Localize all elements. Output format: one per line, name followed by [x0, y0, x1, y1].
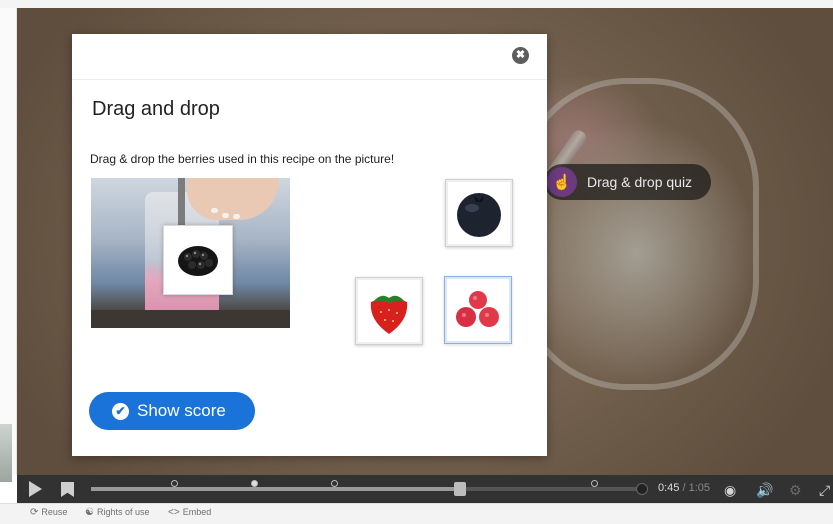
strawberry-icon — [370, 295, 408, 334]
show-score-button[interactable]: ✔ Show score — [89, 392, 255, 430]
blueberry-icon — [457, 193, 501, 237]
drop-zone-blackberry[interactable] — [163, 225, 233, 295]
hand-pointer-icon: ☝ — [547, 167, 577, 197]
table-shape — [91, 310, 290, 328]
nail-shape — [211, 208, 218, 213]
play-icon[interactable] — [29, 481, 42, 497]
glass-shape — [517, 78, 759, 390]
task-description: Drag & drop the berries used in this rec… — [90, 152, 395, 166]
left-thumbnail — [0, 424, 12, 482]
check-icon: ✔ — [112, 402, 129, 420]
blackberry-icon — [178, 246, 218, 276]
seek-progress — [91, 487, 460, 491]
seek-bar[interactable] — [91, 480, 648, 496]
drag-drop-quiz-hotspot[interactable]: ☝ Drag & drop quiz — [544, 164, 711, 200]
volume-icon[interactable]: 🔊 — [756, 482, 773, 499]
show-score-label: Show score — [137, 401, 226, 420]
raspberry-icon — [456, 291, 499, 327]
time-separator: / — [682, 482, 686, 494]
player-control-bar: 0:45 / 1:05 ◉ 🔊 ⚙ ⤢ — [17, 475, 833, 503]
draggable-raspberry[interactable] — [444, 276, 512, 344]
reuse-link[interactable]: ⟳ Reuse — [30, 507, 67, 518]
rights-icon: ☯ — [85, 507, 94, 518]
interaction-marker[interactable] — [251, 480, 258, 487]
quiz-dialog: ✖ Drag and drop Drag & drop the berries … — [72, 34, 547, 456]
seek-end-dot — [636, 483, 648, 495]
embed-label: Embed — [182, 507, 212, 517]
interaction-marker[interactable] — [171, 480, 178, 487]
dialog-title: Drag and drop — [92, 98, 220, 120]
footer-bar: ⟳ Reuse ☯ Rights of use <> Embed — [0, 503, 833, 524]
interaction-marker[interactable] — [331, 480, 338, 487]
embed-icon: <> — [168, 507, 180, 518]
nail-shape — [233, 214, 240, 219]
left-page-strip — [0, 8, 17, 482]
time-display: 0:45 / 1:05 — [658, 482, 710, 494]
seek-handle[interactable] — [454, 482, 466, 496]
reuse-icon: ⟳ — [30, 507, 39, 518]
close-icon[interactable]: ✖ — [512, 47, 529, 64]
interaction-marker[interactable] — [591, 480, 598, 487]
embed-link[interactable]: <> Embed — [168, 507, 211, 518]
current-time: 0:45 — [658, 482, 680, 494]
reuse-label: Reuse — [41, 507, 68, 517]
dialog-header: ✖ — [72, 34, 547, 80]
playback-speed-icon[interactable]: ◉ — [724, 482, 736, 499]
duration: 1:05 — [688, 482, 711, 494]
rights-of-use-link[interactable]: ☯ Rights of use — [85, 507, 150, 518]
rights-label: Rights of use — [96, 507, 150, 517]
bookmark-icon[interactable] — [61, 482, 74, 497]
nail-shape — [222, 213, 229, 218]
draggable-strawberry[interactable] — [355, 277, 423, 345]
settings-gear-icon[interactable]: ⚙ — [789, 482, 802, 499]
fullscreen-icon[interactable]: ⤢ — [819, 482, 830, 499]
draggable-blueberry[interactable] — [445, 179, 513, 247]
hotspot-label: Drag & drop quiz — [587, 174, 693, 190]
